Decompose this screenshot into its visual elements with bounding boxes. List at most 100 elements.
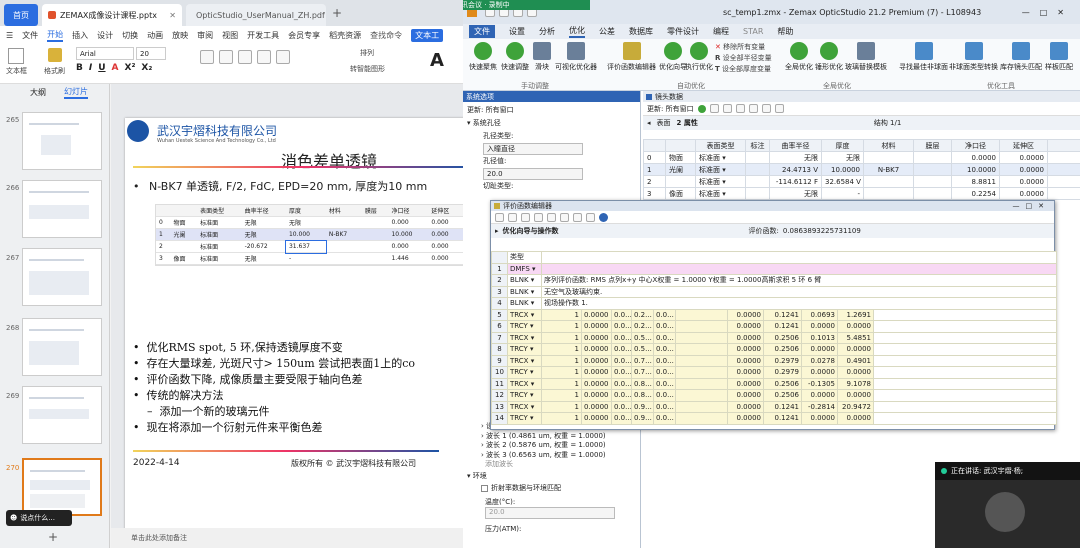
close-icon[interactable]: ✕ — [169, 11, 176, 20]
menu-start[interactable]: 开始 — [47, 29, 64, 42]
merit-editor-button[interactable]: 评价函数编辑器 — [607, 42, 656, 72]
slider-button[interactable]: 滑块 — [533, 42, 551, 72]
visual-optimizer-button[interactable]: 可视化优化器 — [555, 42, 597, 72]
add-slide-icon[interactable]: + — [48, 530, 58, 544]
menu-transition[interactable]: 切换 — [122, 30, 138, 41]
find-asphere-button[interactable]: 寻找最佳非球面 — [899, 42, 948, 72]
notes-bar[interactable]: 单击此处添加备注 — [111, 528, 463, 548]
slide-thumbnail[interactable] — [22, 386, 102, 444]
underline-icon[interactable]: U — [98, 63, 105, 73]
textbox-icon[interactable] — [8, 48, 24, 64]
hamburger-icon[interactable]: ☰ — [6, 31, 13, 40]
remove-variables-button[interactable]: ✕ 移除所有变量 — [715, 42, 772, 53]
save-icon[interactable] — [508, 212, 517, 222]
window-controls[interactable]: —□✕ — [1022, 8, 1074, 17]
merit-row[interactable]: 12 TRCY ▾ 1 0.0000 0.0... 0.8... 0.0... 0.0000 0… — [491, 389, 1058, 402]
tab-library[interactable]: 数据库 — [629, 26, 653, 37]
tab-pptx[interactable]: ZEMAX成像设计课程.pptx ✕ — [42, 4, 182, 26]
tab-file[interactable]: 文件 — [469, 25, 495, 38]
merit-row[interactable]: 13 TRCX ▾ 1 0.0000 0.0... 0.9... 0.0... 0.0000 0… — [491, 400, 1058, 413]
format-brush-icon[interactable] — [48, 48, 62, 62]
menu-view[interactable]: 视图 — [222, 30, 238, 41]
temp-input[interactable]: 20.0 — [485, 507, 615, 519]
expand-icon[interactable]: ◂ — [647, 119, 651, 127]
checkbox[interactable] — [481, 485, 488, 493]
table-row[interactable]: 3 像面 标准面 ▾ 无限 -0.2254 0.0000 — [643, 187, 1080, 200]
slide-thumbnail-current[interactable] — [22, 458, 102, 516]
props-label[interactable]: 2 属性 — [677, 118, 698, 128]
wave-1[interactable]: › 波长 1 (0.4861 um, 权重 = 1.0000) — [467, 432, 633, 442]
tab-home[interactable]: 首页 — [4, 4, 38, 26]
menu-file[interactable]: 文件 — [22, 30, 38, 41]
tab-help[interactable]: 帮助 — [777, 26, 793, 37]
tool-icon[interactable] — [586, 212, 595, 222]
tool-icon[interactable] — [735, 104, 745, 113]
superscript-icon[interactable]: X² — [125, 63, 136, 73]
lens-update-select[interactable]: 更新: 所有窗口 — [647, 104, 694, 114]
menu-dev[interactable]: 开发工具 — [247, 30, 279, 41]
merit-row[interactable]: 5 TRCX ▾ 1 0.0000 0.0... 0.2... 0.0... 0.0000 0.… — [491, 308, 1058, 321]
slide-thumbnail[interactable] — [22, 180, 102, 238]
aperture-value-input[interactable]: 20.0 — [483, 168, 583, 180]
load-icon[interactable] — [521, 212, 530, 222]
merit-row[interactable]: 2 BLNK ▾ 序列评价函数: RMS 点列x+y 中心X权重 = 1.0000 … — [491, 274, 1058, 287]
tab-star[interactable]: STAR — [743, 27, 763, 36]
tab-setup[interactable]: 设置 — [509, 26, 525, 37]
merit-row[interactable]: 3 BLNK ▾ 无空气及玻璃约束. — [491, 285, 1058, 298]
quick-focus-button[interactable]: 快速聚焦 — [469, 42, 497, 72]
menu-show[interactable]: 放映 — [172, 30, 188, 41]
tree-aperture[interactable]: ▾ 系统孔径 — [467, 117, 636, 130]
video-overlay[interactable]: 正在讲话: 武汉宇熠·杨; — [935, 462, 1080, 548]
quick-adjust-button[interactable]: 快速调整 — [501, 42, 529, 72]
italic-icon[interactable]: I — [89, 63, 92, 73]
run-optimize-button[interactable]: 执行优化 — [685, 42, 713, 72]
menu-text-tool[interactable]: 文本工 — [411, 28, 444, 42]
slide-thumbnail[interactable] — [22, 318, 102, 376]
current-slide[interactable]: 武汉宇熠科技有限公司 Wuhan Uestek Science And Tech… — [125, 118, 463, 548]
tab-optimize[interactable]: 优化 — [569, 25, 585, 38]
menu-animation[interactable]: 动画 — [147, 30, 163, 41]
table-row[interactable]: 0 物面 标准面 ▾ 无限 无限 0.0000 0.0000 — [643, 151, 1080, 164]
align-center-icon[interactable] — [276, 50, 290, 64]
merit-row[interactable]: 10 TRCY ▾ 1 0.0000 0.0... 0.7... 0.0... 0.0000 0… — [491, 366, 1058, 379]
merit-row[interactable]: 9 TRCX ▾ 1 0.0000 0.0... 0.7... 0.0... 0.0000 0.… — [491, 354, 1058, 367]
env-match[interactable]: 折射率数据与环境匹配 — [467, 484, 633, 494]
chat-bubble[interactable]: ☻ 说点什么... — [6, 510, 72, 526]
tab-tolerance[interactable]: 公差 — [599, 26, 615, 37]
merit-row[interactable]: 1 DMFS ▾ — [491, 262, 1058, 275]
table-row[interactable]: 2 标准面 ▾ -114.6112 F 32.6584 V 8.8811 0.0000 — [643, 175, 1080, 188]
glass-substitution-button[interactable]: 玻璃替换模板 — [845, 42, 887, 72]
global-opt-button[interactable]: 全局优化 — [785, 42, 813, 72]
merit-row[interactable]: 8 TRCY ▾ 1 0.0000 0.0... 0.5... 0.0... 0.0000 0.… — [491, 343, 1058, 356]
font-size-select[interactable]: 20 — [136, 47, 166, 60]
tool-icon[interactable] — [560, 212, 569, 222]
bold-icon[interactable]: B — [76, 63, 83, 73]
text-style-icon[interactable]: A — [430, 50, 444, 71]
number-list-icon[interactable] — [219, 50, 233, 64]
tab-slides[interactable]: 幻灯片 — [64, 86, 88, 99]
bullet-list-icon[interactable] — [200, 50, 214, 64]
tab-outline[interactable]: 大纲 — [30, 87, 46, 98]
tool-icon[interactable] — [748, 104, 758, 113]
set-thickness-variables-button[interactable]: T 设全部厚度变量 — [715, 64, 772, 75]
subscript-icon[interactable]: X₂ — [141, 63, 152, 73]
arrange-label[interactable]: 排列 — [360, 48, 374, 58]
tool-icon[interactable] — [573, 212, 582, 222]
menu-review[interactable]: 审阅 — [197, 30, 213, 41]
opt-wizard-button[interactable]: 优化向导 — [659, 42, 687, 72]
tool-icon[interactable] — [774, 104, 784, 113]
asphere-convert-button[interactable]: 非球面类型转换 — [949, 42, 998, 72]
merit-row[interactable]: 7 TRCX ▾ 1 0.0000 0.0... 0.5... 0.0... 0.0000 0.… — [491, 331, 1058, 344]
font-family-select[interactable]: Arial — [76, 47, 134, 60]
hammer-opt-button[interactable]: 锤形优化 — [815, 42, 843, 72]
tool-icon[interactable] — [761, 104, 771, 113]
set-radius-variables-button[interactable]: R 设全部半径变量 — [715, 53, 772, 64]
new-tab-icon[interactable]: + — [332, 6, 342, 20]
tool-icon[interactable] — [722, 104, 732, 113]
env-node[interactable]: ▾ 环境 — [467, 472, 633, 482]
indent-icon[interactable] — [238, 50, 252, 64]
tool-icon[interactable] — [547, 212, 556, 222]
stock-lens-button[interactable]: 库存镜头匹配 — [1000, 42, 1042, 72]
merit-row[interactable]: 11 TRCX ▾ 1 0.0000 0.0... 0.8... 0.0... 0.0000 0… — [491, 377, 1058, 390]
merit-row[interactable]: 4 BLNK ▾ 视场操作数 1. — [491, 297, 1058, 310]
